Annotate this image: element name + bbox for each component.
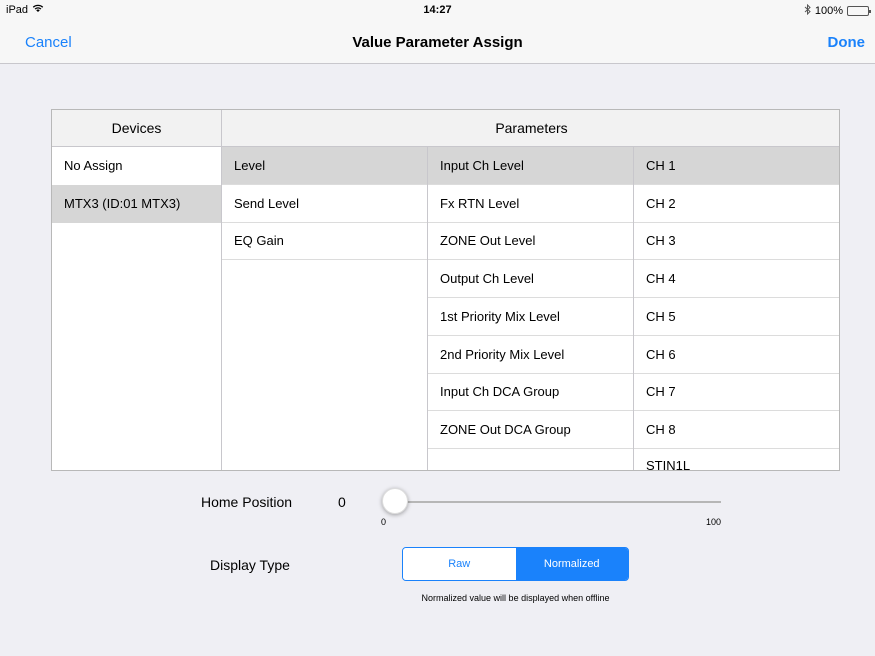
channel-row[interactable]: CH 3 xyxy=(634,222,839,261)
channel-row[interactable]: STIN1L xyxy=(634,449,839,470)
slider-max-label: 100 xyxy=(706,517,722,527)
device-row[interactable]: MTX3 (ID:01 MTX3) xyxy=(52,184,221,223)
category-row[interactable]: EQ Gain xyxy=(222,222,427,261)
category-row[interactable]: Send Level xyxy=(222,184,427,223)
display-type-note: Normalized value will be displayed when … xyxy=(421,593,610,603)
channel-row[interactable]: CH 2 xyxy=(634,184,839,223)
page-title: Value Parameter Assign xyxy=(352,34,523,51)
status-right: 100% xyxy=(804,3,871,18)
devices-column[interactable]: No Assign MTX3 (ID:01 MTX3) xyxy=(52,147,222,470)
battery-percent: 100% xyxy=(814,5,843,17)
display-type-raw-option[interactable]: Raw xyxy=(403,548,516,580)
status-bar: iPad 14:27 100% xyxy=(0,0,875,20)
channel-row[interactable]: CH 4 xyxy=(634,260,839,298)
parameter-row[interactable]: 2nd Priority Mix Level xyxy=(428,335,633,374)
parameter-row[interactable]: ZONE Out Level xyxy=(428,222,633,261)
channels-column[interactable]: CH 1 CH 2 CH 3 CH 4 CH 5 CH 6 CH 7 CH 8 STIN1L xyxy=(634,147,839,470)
parameter-row[interactable]: ZONE Out DCA Group xyxy=(428,411,633,449)
parameter-row[interactable]: Input Ch Level xyxy=(428,147,633,185)
assign-table: Devices Parameters No Assign MTX3 (ID:01 … xyxy=(51,109,840,471)
channel-row[interactable]: CH 5 xyxy=(634,298,839,336)
status-time: 14:27 xyxy=(423,4,452,16)
display-type-label: Display Type xyxy=(210,557,290,573)
slider-min-label: 0 xyxy=(381,517,387,527)
devices-header: Devices xyxy=(52,110,222,147)
parameter-row[interactable]: Output Ch Level xyxy=(428,260,633,298)
parameter-empty-row xyxy=(428,449,633,470)
parameter-row[interactable]: Fx RTN Level xyxy=(428,184,633,223)
channel-row[interactable]: CH 7 xyxy=(634,373,839,412)
channel-row[interactable]: CH 1 xyxy=(634,147,839,185)
channel-row[interactable]: CH 8 xyxy=(634,411,839,449)
parameter-row[interactable]: 1st Priority Mix Level xyxy=(428,298,633,336)
display-type-segmented-control: Raw Normalized xyxy=(402,547,629,581)
home-position-slider-track[interactable] xyxy=(384,501,721,503)
home-position-value: 0 xyxy=(338,494,346,510)
done-button[interactable]: Done xyxy=(828,34,866,51)
bluetooth-icon xyxy=(804,3,811,18)
home-position-label: Home Position xyxy=(201,494,293,510)
parameter-row[interactable]: Input Ch DCA Group xyxy=(428,373,633,412)
categories-column[interactable]: Level Send Level EQ Gain xyxy=(222,147,428,470)
category-row[interactable]: Level xyxy=(222,147,427,185)
parameters-header: Parameters xyxy=(222,110,839,147)
display-type-normalized-option[interactable]: Normalized xyxy=(515,548,628,580)
battery-icon xyxy=(847,6,871,16)
home-position-slider-thumb[interactable] xyxy=(382,488,408,514)
device-row[interactable]: No Assign xyxy=(52,147,221,185)
parameters-column[interactable]: Input Ch Level Fx RTN Level ZONE Out Level… xyxy=(428,147,634,470)
channel-row[interactable]: CH 6 xyxy=(634,335,839,374)
navigation-bar: Cancel Value Parameter Assign Done xyxy=(0,20,875,64)
